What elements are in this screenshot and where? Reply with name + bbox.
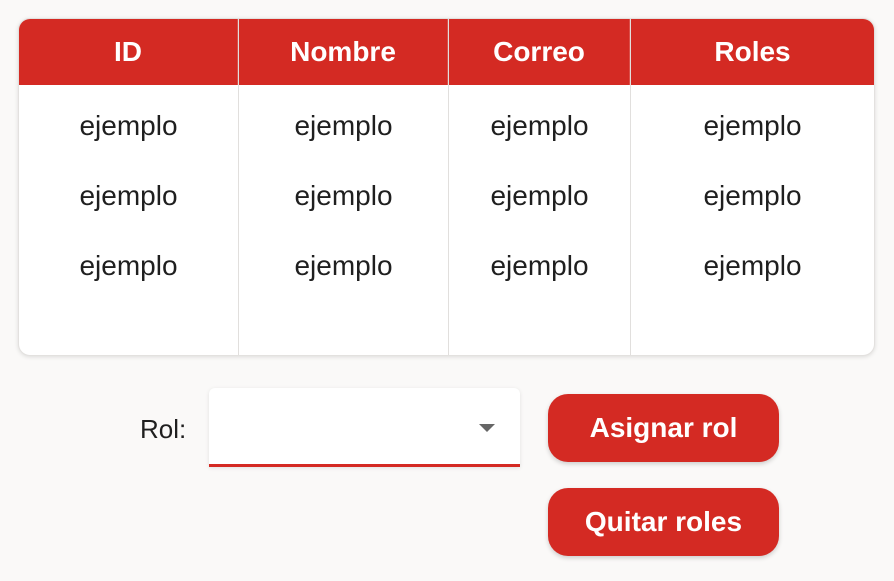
table-cell: ejemplo [703, 250, 802, 281]
column-header-nombre[interactable]: Nombre [239, 19, 448, 85]
table-cell: ejemplo [490, 110, 589, 141]
table-cell: ejemplo [79, 110, 178, 141]
table-cell: ejemplo [294, 110, 393, 141]
column-roles: Roles ejemplo ejemplo ejemplo [631, 19, 874, 355]
table-cell: ejemplo [703, 110, 802, 141]
column-correo: Correo ejemplo ejemplo ejemplo [449, 19, 631, 355]
table-cell: ejemplo [294, 250, 393, 281]
column-header-id[interactable]: ID [19, 19, 238, 85]
table-cell: ejemplo [490, 250, 589, 281]
users-table-grid: ID ejemplo ejemplo ejemplo Nombre ejempl… [19, 19, 874, 355]
role-label: Rol: [140, 414, 187, 444]
table-cell: ejemplo [703, 180, 802, 211]
table-cell: ejemplo [294, 180, 393, 211]
column-header-roles[interactable]: Roles [631, 19, 874, 85]
column-nombre: Nombre ejemplo ejemplo ejemplo [239, 19, 449, 355]
chevron-down-icon[interactable] [479, 424, 495, 432]
table-cell: ejemplo [490, 180, 589, 211]
users-table: ID ejemplo ejemplo ejemplo Nombre ejempl… [18, 18, 875, 356]
remove-roles-button[interactable]: Quitar roles [548, 488, 779, 556]
table-cell: ejemplo [79, 180, 178, 211]
column-header-correo[interactable]: Correo [449, 19, 630, 85]
table-cell: ejemplo [79, 250, 178, 281]
role-select[interactable] [209, 388, 520, 467]
column-id: ID ejemplo ejemplo ejemplo [19, 19, 239, 355]
assign-role-button[interactable]: Asignar rol [548, 394, 779, 462]
